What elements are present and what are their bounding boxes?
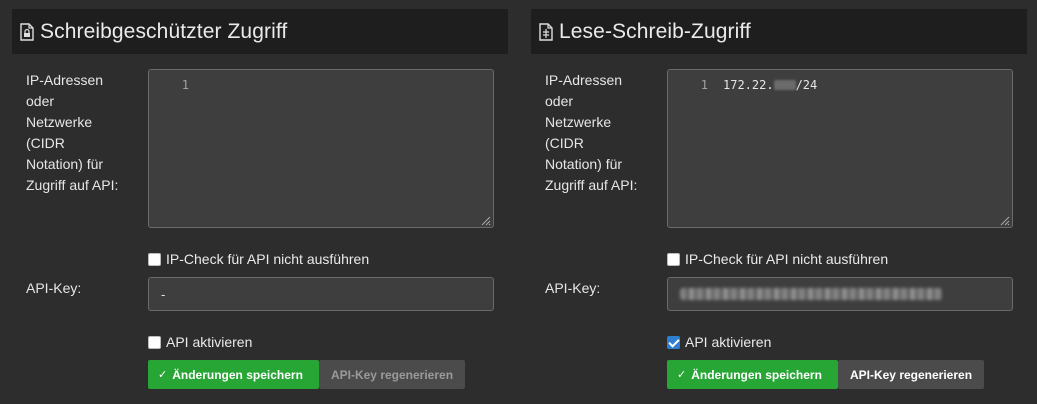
check-icon: ✓	[158, 369, 168, 381]
api-key-label: API-Key:	[26, 280, 82, 296]
action-buttons: ✓ Änderungen speichern API-Key regenerie…	[148, 360, 465, 389]
ip-networks-editor[interactable]: 1	[148, 69, 494, 228]
action-buttons: ✓ Änderungen speichern API-Key regenerie…	[667, 360, 984, 389]
regenerate-api-key-button[interactable]: API-Key regenerieren	[319, 360, 465, 389]
check-icon: ✓	[677, 369, 687, 381]
api-activate-checkbox[interactable]	[667, 335, 680, 349]
api-key-label: API-Key:	[545, 280, 601, 296]
file-lock-icon	[20, 22, 34, 41]
resize-grip-icon[interactable]	[479, 213, 491, 226]
panel-header: Lese-Schreib-Zugriff	[531, 9, 1027, 54]
ip-networks-label: IP-Adressen oder Netzwerke (CIDR Notatio…	[545, 72, 638, 193]
file-edit-icon	[539, 22, 553, 41]
panel-header: Schreibgeschützter Zugriff	[12, 9, 508, 54]
ip-check-option[interactable]: IP-Check für API nicht ausführen	[148, 251, 369, 267]
api-activate-option[interactable]: API aktivieren	[667, 334, 771, 350]
ip-check-checkbox[interactable]	[667, 252, 680, 266]
ip-check-label: IP-Check für API nicht ausführen	[685, 251, 889, 267]
api-activate-checkbox[interactable]	[148, 335, 161, 349]
redacted-octet	[773, 80, 796, 90]
editor-code: 172.22./24	[723, 78, 818, 92]
line-number: 1	[181, 78, 189, 92]
save-changes-button[interactable]: ✓ Änderungen speichern	[148, 360, 319, 389]
api-activate-label: API aktivieren	[166, 334, 253, 350]
panel-title: Schreibgeschützter Zugriff	[40, 19, 288, 43]
ip-networks-editor[interactable]: 1 172.22./24	[667, 69, 1013, 228]
resize-grip-icon[interactable]	[998, 213, 1010, 226]
api-activate-option[interactable]: API aktivieren	[148, 334, 252, 350]
api-key-field[interactable]	[667, 277, 1013, 311]
line-number: 1	[700, 78, 708, 92]
api-activate-label: API aktivieren	[685, 334, 772, 350]
panel-title: Lese-Schreib-Zugriff	[559, 19, 751, 43]
ip-check-checkbox[interactable]	[148, 252, 161, 266]
api-key-value: -	[161, 286, 166, 302]
ip-networks-label: IP-Adressen oder Netzwerke (CIDR Notatio…	[26, 72, 119, 193]
save-changes-button[interactable]: ✓ Änderungen speichern	[667, 360, 838, 389]
readonly-access-panel: Schreibgeschützter Zugriff IP-Adressen o…	[12, 9, 508, 389]
readwrite-access-panel: Lese-Schreib-Zugriff IP-Adressen oder Ne…	[531, 9, 1027, 389]
ip-check-label: IP-Check für API nicht ausführen	[166, 251, 370, 267]
ip-check-option[interactable]: IP-Check für API nicht ausführen	[667, 251, 888, 267]
redacted-api-key	[680, 288, 942, 300]
api-key-field[interactable]: -	[148, 277, 494, 311]
regenerate-api-key-button[interactable]: API-Key regenerieren	[838, 360, 984, 389]
